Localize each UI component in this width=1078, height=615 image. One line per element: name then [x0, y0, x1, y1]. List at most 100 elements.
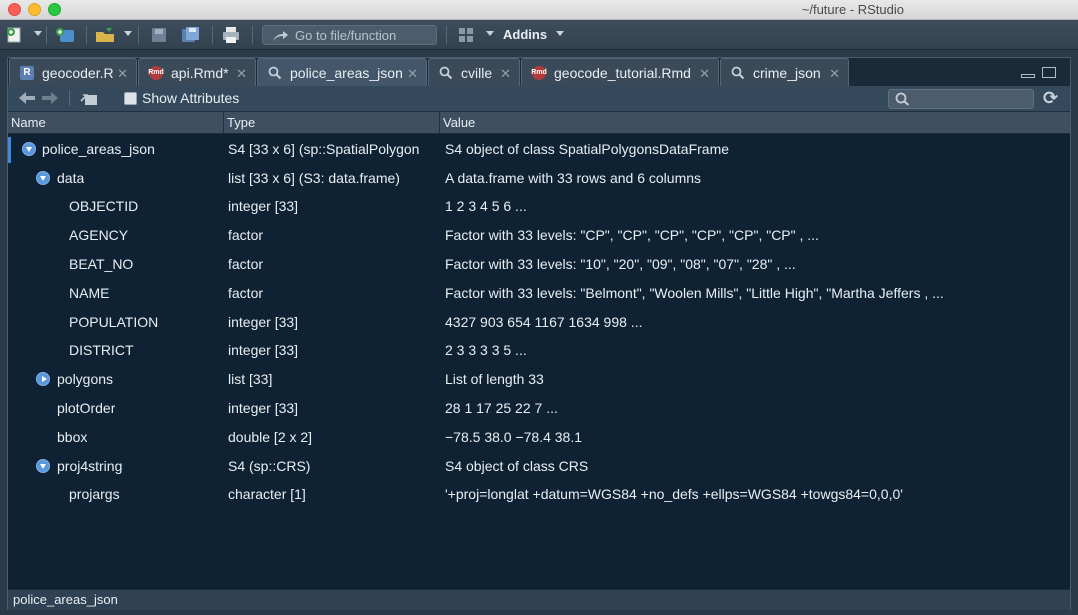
- collapse-toggle-icon[interactable]: [36, 171, 50, 185]
- open-file-menu-caret-icon[interactable]: [124, 31, 132, 36]
- new-file-menu-caret-icon[interactable]: [34, 31, 42, 36]
- collapse-toggle-icon[interactable]: [22, 142, 36, 156]
- row-type: integer [33]: [228, 400, 299, 416]
- go-to-arrow-icon: [271, 29, 289, 46]
- r-file-icon: R: [20, 65, 34, 80]
- maximize-pane-icon[interactable]: [1042, 67, 1056, 78]
- row-value: Factor with 33 levels: "10", "20", "09",…: [445, 256, 796, 272]
- tab-label: police_areas_json: [290, 65, 403, 81]
- column-header-name[interactable]: Name: [11, 115, 46, 130]
- row-name: bbox: [57, 429, 88, 445]
- tab-geocoder-r[interactable]: R geocoder.R ✕: [9, 58, 137, 86]
- rmd-file-icon: Rmd: [148, 65, 164, 80]
- show-attributes-label: Show Attributes: [142, 90, 240, 106]
- main-toolbar: Go to file/function Addins: [0, 20, 1078, 50]
- row-type: list [33 x 6] (S3: data.frame): [228, 170, 400, 186]
- collapse-toggle-icon[interactable]: [36, 459, 50, 473]
- object-tree: police_areas_json S4 [33 x 6] (sp::Spati…: [8, 134, 1070, 589]
- row-name: police_areas_json: [42, 141, 155, 157]
- refresh-icon[interactable]: ⟳: [1043, 88, 1058, 109]
- row-type: double [2 x 2]: [228, 429, 313, 445]
- toolbar-separator: [46, 26, 47, 44]
- new-file-icon[interactable]: [6, 26, 24, 44]
- row-value: 4327 903 654 1167 1634 998 ...: [445, 314, 643, 330]
- row-name: data: [57, 170, 85, 186]
- viewer-search-input[interactable]: [888, 89, 1034, 109]
- close-tab-icon[interactable]: ✕: [699, 66, 710, 82]
- open-file-icon[interactable]: [94, 26, 118, 44]
- toolbar-separator: [252, 26, 253, 44]
- close-tab-icon[interactable]: ✕: [500, 66, 511, 82]
- tab-police-areas-json[interactable]: police_areas_json ✕: [257, 58, 427, 87]
- tree-row[interactable]: police_areas_json S4 [33 x 6] (sp::Spati…: [8, 135, 1070, 164]
- row-value: −78.5 38.0 −78.4 38.1: [445, 429, 583, 445]
- column-header-type[interactable]: Type: [227, 115, 255, 130]
- tab-geocode-tutorial-rmd[interactable]: Rmd geocode_tutorial.Rmd ✕: [521, 58, 719, 86]
- tree-row[interactable]: data list [33 x 6] (S3: data.frame) A da…: [8, 164, 1070, 193]
- column-header-value[interactable]: Value: [443, 115, 475, 130]
- row-name: AGENCY: [69, 227, 129, 243]
- pane-layout-icon[interactable]: [457, 26, 475, 44]
- row-value: A data.frame with 33 rows and 6 columns: [445, 170, 702, 186]
- close-tab-icon[interactable]: ✕: [829, 66, 840, 82]
- row-type: integer [33]: [228, 314, 299, 330]
- back-arrow-icon[interactable]: [18, 91, 36, 108]
- toolbar-separator: [69, 90, 70, 106]
- pane-layout-caret-icon[interactable]: [486, 31, 494, 36]
- save-all-icon[interactable]: [180, 26, 202, 44]
- tree-row[interactable]: bbox double [2 x 2] −78.5 38.0 −78.4 38.…: [8, 423, 1070, 452]
- go-to-file-function-input[interactable]: Go to file/function: [262, 25, 437, 45]
- row-value: S4 object of class SpatialPolygonsDataFr…: [445, 141, 730, 157]
- window-title-bar: ~/future - RStudio: [0, 0, 1078, 20]
- row-value: Factor with 33 levels: "CP", "CP", "CP",…: [445, 227, 819, 243]
- toolbar-separator: [86, 26, 87, 44]
- status-bar: police_areas_json: [8, 589, 1070, 610]
- row-type: factor: [228, 256, 264, 272]
- column-divider[interactable]: [439, 112, 440, 134]
- expand-toggle-icon[interactable]: [36, 372, 50, 386]
- tree-row[interactable]: projargs character [1] '+proj=longlat +d…: [8, 480, 1070, 509]
- save-icon[interactable]: [150, 26, 168, 44]
- column-divider[interactable]: [223, 112, 224, 134]
- window-title: ~/future - RStudio: [801, 2, 904, 17]
- new-project-icon[interactable]: [54, 26, 78, 44]
- row-value: '+proj=longlat +datum=WGS84 +no_defs +el…: [445, 486, 903, 502]
- toolbar-separator: [446, 26, 447, 44]
- minimize-pane-icon[interactable]: [1021, 74, 1035, 78]
- tree-row[interactable]: NAME factor Factor with 33 levels: "Belm…: [8, 279, 1070, 308]
- close-tab-icon[interactable]: ✕: [117, 66, 128, 82]
- row-name: BEAT_NO: [69, 256, 134, 272]
- addins-menu[interactable]: Addins: [503, 27, 547, 42]
- print-icon[interactable]: [221, 26, 241, 44]
- row-value: 28 1 17 25 22 7 ...: [445, 400, 558, 416]
- go-to-placeholder: Go to file/function: [295, 27, 397, 43]
- tree-row[interactable]: POPULATION integer [33] 4327 903 654 116…: [8, 308, 1070, 337]
- row-value: S4 object of class CRS: [445, 458, 589, 474]
- row-type: integer [33]: [228, 198, 299, 214]
- tab-api-rmd[interactable]: Rmd api.Rmd* ✕: [138, 58, 256, 86]
- tab-label: crime_json: [753, 64, 821, 81]
- row-name: POPULATION: [69, 314, 159, 330]
- forward-arrow-icon[interactable]: [41, 91, 59, 108]
- tree-row[interactable]: polygons list [33] List of length 33: [8, 365, 1070, 394]
- tab-label: geocode_tutorial.Rmd: [554, 64, 691, 81]
- close-tab-icon[interactable]: ✕: [407, 66, 418, 82]
- tree-row[interactable]: DISTRICT integer [33] 2 3 3 3 3 5 ...: [8, 336, 1070, 365]
- tree-row[interactable]: AGENCY factor Factor with 33 levels: "CP…: [8, 221, 1070, 250]
- grid-header: Name Type Value: [8, 112, 1070, 134]
- tree-row[interactable]: OBJECTID integer [33] 1 2 3 4 5 6 ...: [8, 192, 1070, 221]
- tree-row[interactable]: BEAT_NO factor Factor with 33 levels: "1…: [8, 250, 1070, 279]
- tab-cville[interactable]: cville ✕: [428, 58, 520, 86]
- show-attributes-checkbox[interactable]: [124, 92, 137, 105]
- row-name: projargs: [69, 486, 120, 502]
- tab-label: cville: [461, 64, 493, 81]
- close-tab-icon[interactable]: ✕: [236, 66, 247, 82]
- tab-crime-json[interactable]: crime_json ✕: [720, 58, 849, 86]
- tree-row[interactable]: plotOrder integer [33] 28 1 17 25 22 7 .…: [8, 394, 1070, 423]
- addins-caret-icon[interactable]: [556, 31, 564, 36]
- tree-row[interactable]: proj4string S4 (sp::CRS) S4 object of cl…: [8, 452, 1070, 481]
- toolbar-separator: [212, 26, 213, 44]
- popout-icon[interactable]: [80, 91, 98, 110]
- row-type: S4 [33 x 6] (sp::SpatialPolygon: [228, 141, 420, 157]
- row-type: character [1]: [228, 486, 306, 502]
